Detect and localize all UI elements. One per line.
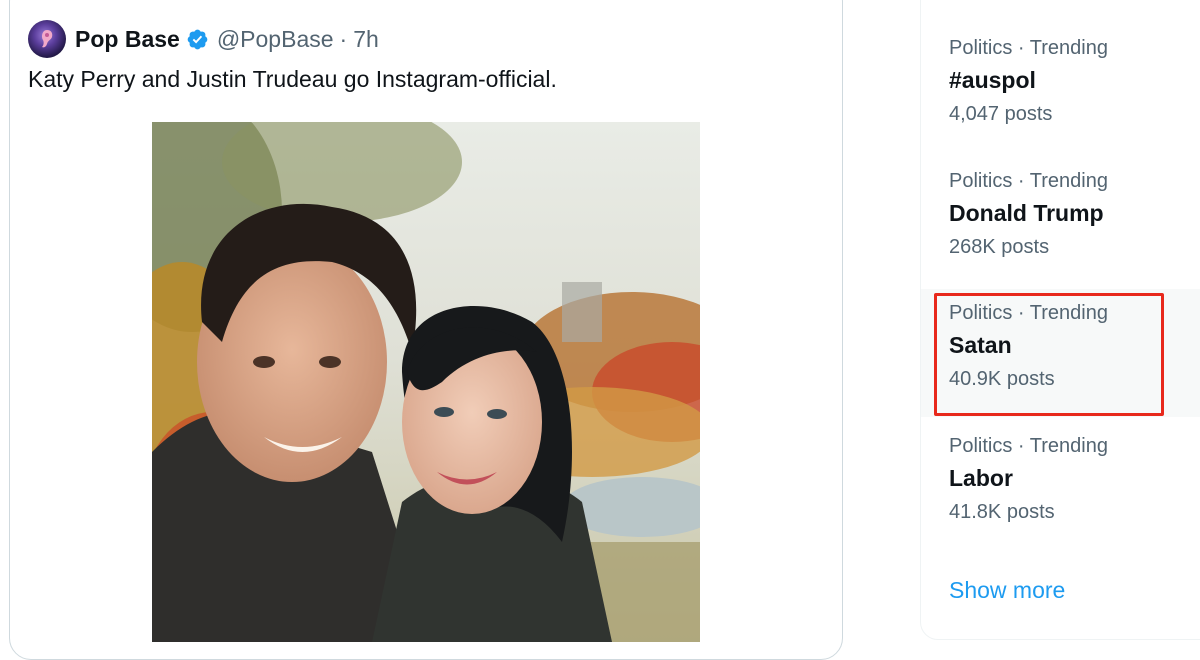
trend-meta: Politics · Trending — [949, 170, 1108, 192]
tweet-text: Katy Perry and Justin Trudeau go Instagr… — [28, 66, 557, 92]
trend-name: Labor — [949, 465, 1013, 491]
trend-item-highlighted[interactable]: Politics · Trending Satan 40.9K posts — [921, 289, 1200, 417]
trend-item[interactable]: Politics · Trending #auspol 4,047 posts — [921, 37, 1200, 169]
selfie-photo-image — [152, 122, 700, 642]
trend-meta: Politics · Trending — [949, 37, 1108, 59]
trend-meta: Politics · Trending — [949, 435, 1108, 457]
avatar-logo-icon — [42, 30, 53, 48]
tweet-header: Pop Base @PopBase · 7h — [28, 19, 379, 59]
trend-post-count: 4,047 posts — [949, 103, 1053, 125]
show-more-link[interactable]: Show more — [949, 577, 1065, 604]
author-handle[interactable]: @PopBase — [217, 26, 334, 53]
trend-name: Satan — [949, 332, 1012, 358]
tweet-photo[interactable] — [152, 122, 700, 642]
trend-item[interactable]: Politics · Trending Donald Trump 268K po… — [921, 170, 1200, 302]
trend-item[interactable]: Politics · Trending Labor 41.8K posts — [921, 435, 1200, 567]
trend-name: Donald Trump — [949, 200, 1104, 226]
author-display-name[interactable]: Pop Base — [75, 26, 180, 53]
trend-post-count: 268K posts — [949, 236, 1050, 258]
trend-post-count: 41.8K posts — [949, 501, 1055, 523]
tweet-timestamp[interactable]: 7h — [353, 26, 379, 53]
avatar[interactable] — [28, 20, 66, 58]
verified-badge-icon[interactable] — [186, 28, 209, 51]
trend-name: #auspol — [949, 67, 1036, 93]
trend-post-count: 40.9K posts — [949, 368, 1055, 390]
separator-dot: · — [339, 25, 348, 52]
trend-meta: Politics · Trending — [949, 302, 1108, 324]
